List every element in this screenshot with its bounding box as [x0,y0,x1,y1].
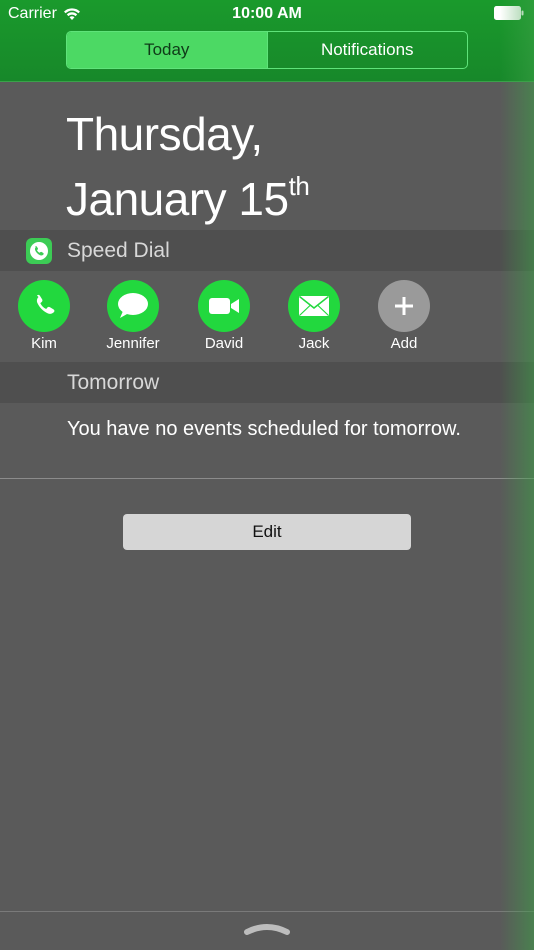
tomorrow-title: Tomorrow [67,371,160,394]
speed-dial-contact-kim[interactable]: Kim [4,280,84,352]
edit-button-label: Edit [252,522,282,541]
mail-icon [288,280,340,332]
tomorrow-section-header: Tomorrow [0,362,534,403]
add-label: Add [390,335,418,352]
tab-today[interactable]: Today [67,32,267,68]
tomorrow-empty-message: You have no events scheduled for tomorro… [67,418,461,440]
date-ordinal-suffix: th [288,171,310,201]
contact-name: Kim [31,335,57,352]
speed-dial-app-icon [26,238,52,264]
speed-dial-contact-jack[interactable]: Jack [274,280,354,352]
speed-dial-widget-header[interactable]: Speed Dial [0,230,534,271]
tab-notifications-label: Notifications [320,40,414,59]
phone-icon [18,280,70,332]
tab-notifications[interactable]: Notifications [266,32,468,68]
grabber-icon[interactable] [243,920,291,938]
date-weekday: Thursday, [66,108,263,160]
edge-glow [500,0,534,950]
video-icon [198,280,250,332]
date-month-day: January 15 [66,173,289,225]
today-date: Thursday, January 15th [66,108,310,225]
speed-dial-title: Speed Dial [67,239,170,262]
speed-dial-add-button[interactable]: Add [364,280,444,352]
speed-dial-contact-jennifer[interactable]: Jennifer [93,280,173,352]
battery-icon [494,6,524,20]
contact-name: Jack [298,335,330,352]
status-bar: Carrier 10:00 AM [0,0,534,28]
clock: 10:00 AM [232,5,302,22]
contact-name: David [204,335,244,352]
edit-button[interactable]: Edit [123,514,411,550]
contact-name: Jennifer [106,335,160,352]
notification-center-header: Carrier 10:00 AM Today Notifications [0,0,534,82]
plus-icon [378,280,430,332]
view-switcher: Today Notifications [66,31,468,69]
speed-dial-contacts: Kim Jennifer David Jack Add [0,272,534,360]
speed-dial-contact-david[interactable]: David [184,280,264,352]
divider [0,478,534,479]
message-icon [107,280,159,332]
date-day-line: January 15th [66,160,310,225]
bottom-divider [0,911,534,912]
tab-today-label: Today [144,40,190,59]
